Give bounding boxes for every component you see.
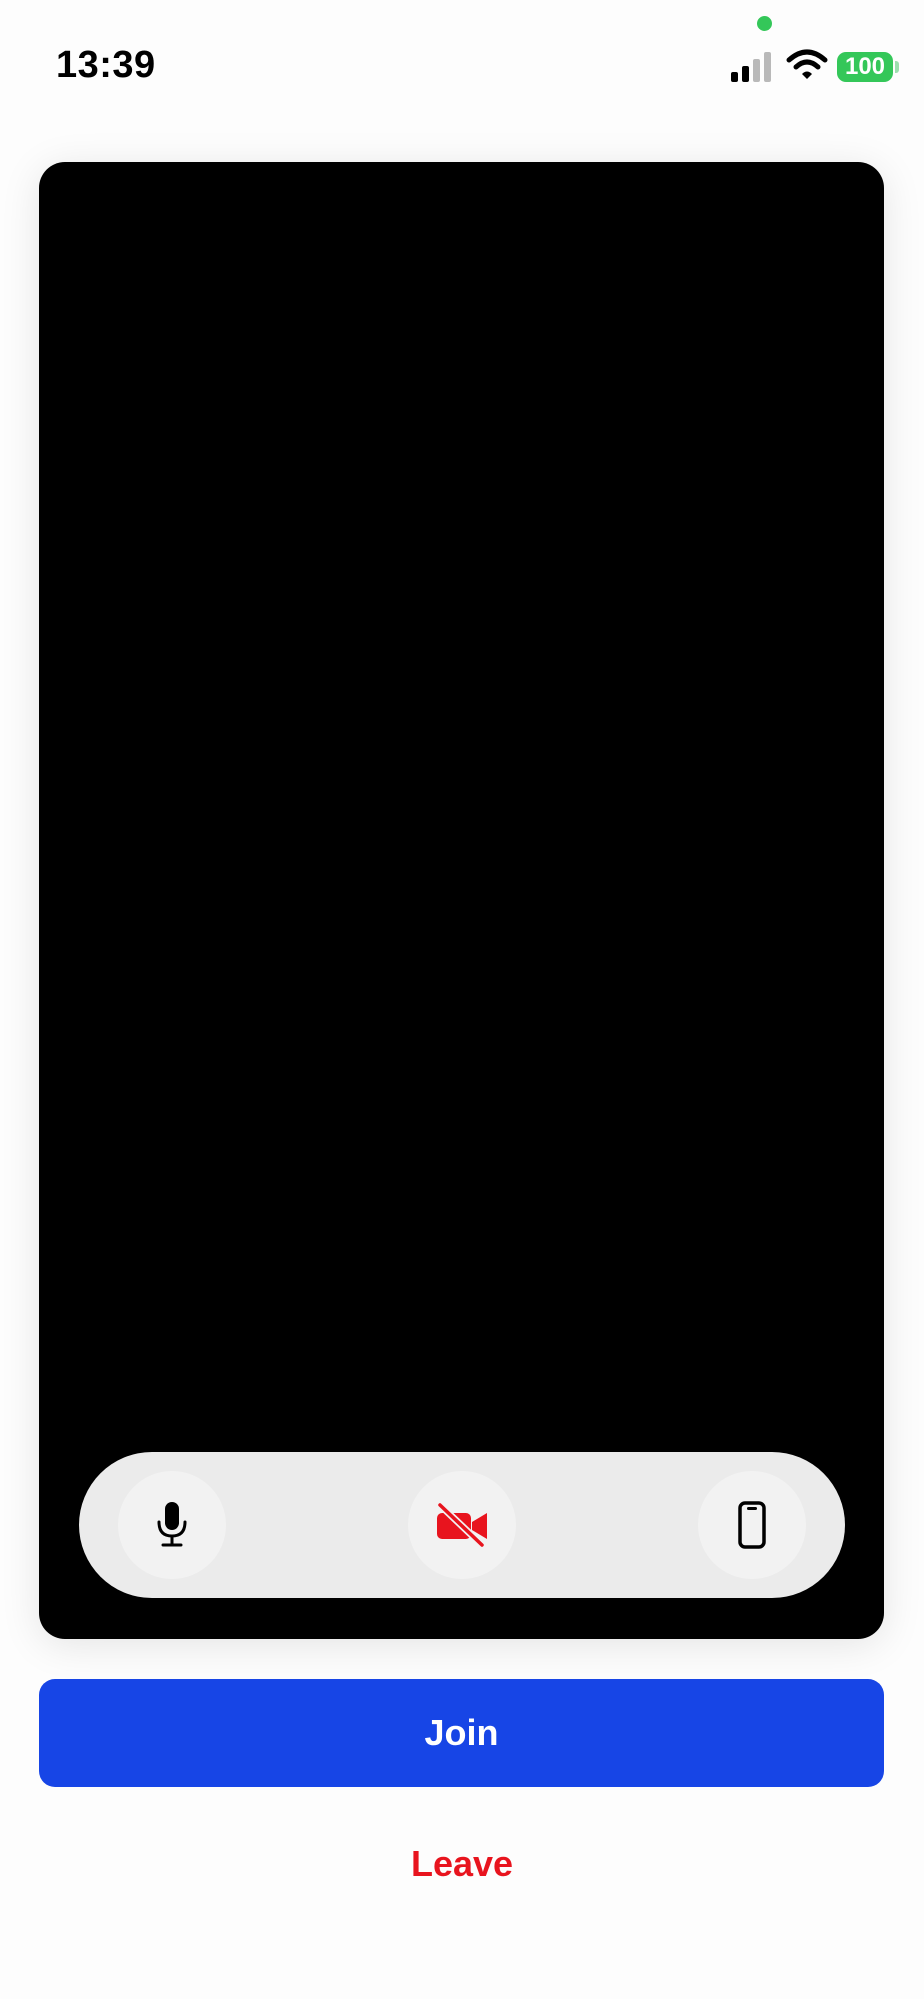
join-button[interactable]: Join [39, 1679, 884, 1787]
device-icon [738, 1501, 766, 1549]
microphone-toggle-button[interactable] [118, 1471, 226, 1579]
wifi-icon [786, 49, 828, 79]
status-bar: 13:39 100 [0, 0, 924, 110]
battery-icon: 100 [837, 52, 893, 82]
device-switch-button[interactable] [698, 1471, 806, 1579]
battery-nub [895, 61, 899, 73]
camera-off-icon [437, 1503, 487, 1547]
media-controls-bar [79, 1452, 845, 1598]
microphone-icon [157, 1502, 187, 1547]
status-time: 13:39 [56, 44, 156, 86]
leave-button[interactable]: Leave [362, 1834, 562, 1894]
video-preview [39, 162, 884, 1639]
camera-toggle-button[interactable] [408, 1471, 516, 1579]
pre-join-screen: 13:39 100 Join Leave [0, 0, 924, 1999]
cellular-signal-icon [731, 52, 771, 82]
privacy-indicator-dot [757, 16, 772, 31]
